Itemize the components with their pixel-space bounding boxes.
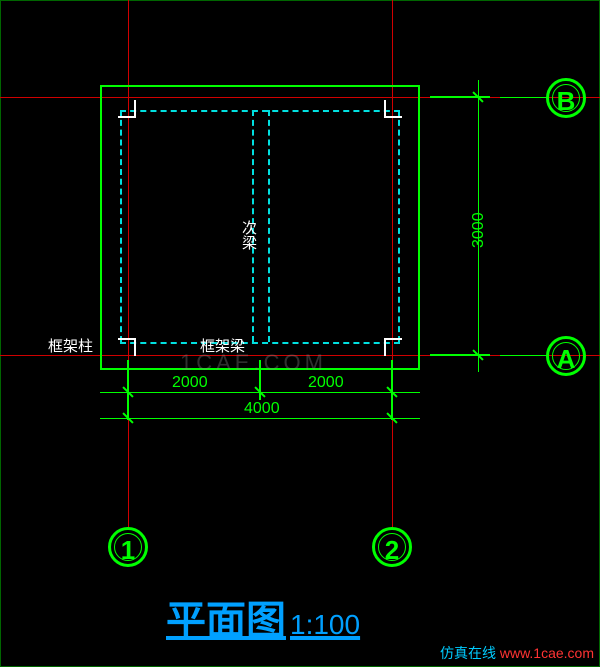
title-scale: 1:100 xyxy=(290,609,360,640)
column-corner xyxy=(384,100,402,118)
wall-outline xyxy=(100,85,420,370)
watermark: 1CAE.COM xyxy=(180,350,327,376)
beam-edge xyxy=(398,110,400,342)
footer: 仿真在线 www.1cae.com xyxy=(440,643,594,663)
dim-text-height: 3000 xyxy=(470,212,488,248)
beam-edge xyxy=(120,110,400,112)
label-frame-column: 框架柱 xyxy=(48,335,93,356)
grid-bubble-1: 1 xyxy=(108,527,148,567)
bubble-leader xyxy=(500,355,546,356)
dim-text-half1: 2000 xyxy=(172,374,208,392)
column-corner xyxy=(118,338,136,356)
dim-text-half2: 2000 xyxy=(308,374,344,392)
footer-brand: 仿真在线 xyxy=(440,645,496,661)
column-corner xyxy=(118,100,136,118)
grid-bubble-2: 2 xyxy=(372,527,412,567)
bubble-leader xyxy=(500,97,546,98)
beam-edge xyxy=(120,342,400,344)
secondary-beam-edge xyxy=(268,110,270,342)
column-corner xyxy=(384,338,402,356)
dim-line xyxy=(100,418,420,419)
grid-bubble-a: A xyxy=(546,336,586,376)
beam-edge xyxy=(120,110,122,342)
grid-bubble-b: B xyxy=(546,78,586,118)
cad-canvas: 框架柱 框架梁 次梁 2000 2000 4000 3000 B A 1 2 1… xyxy=(0,0,600,667)
drawing-title: 平面图1:100 xyxy=(166,588,360,646)
label-secondary-beam: 次梁 xyxy=(238,220,259,250)
footer-url: www.1cae.com xyxy=(500,645,594,661)
dim-text-width: 4000 xyxy=(244,400,280,418)
title-text: 平面图 xyxy=(166,599,286,643)
